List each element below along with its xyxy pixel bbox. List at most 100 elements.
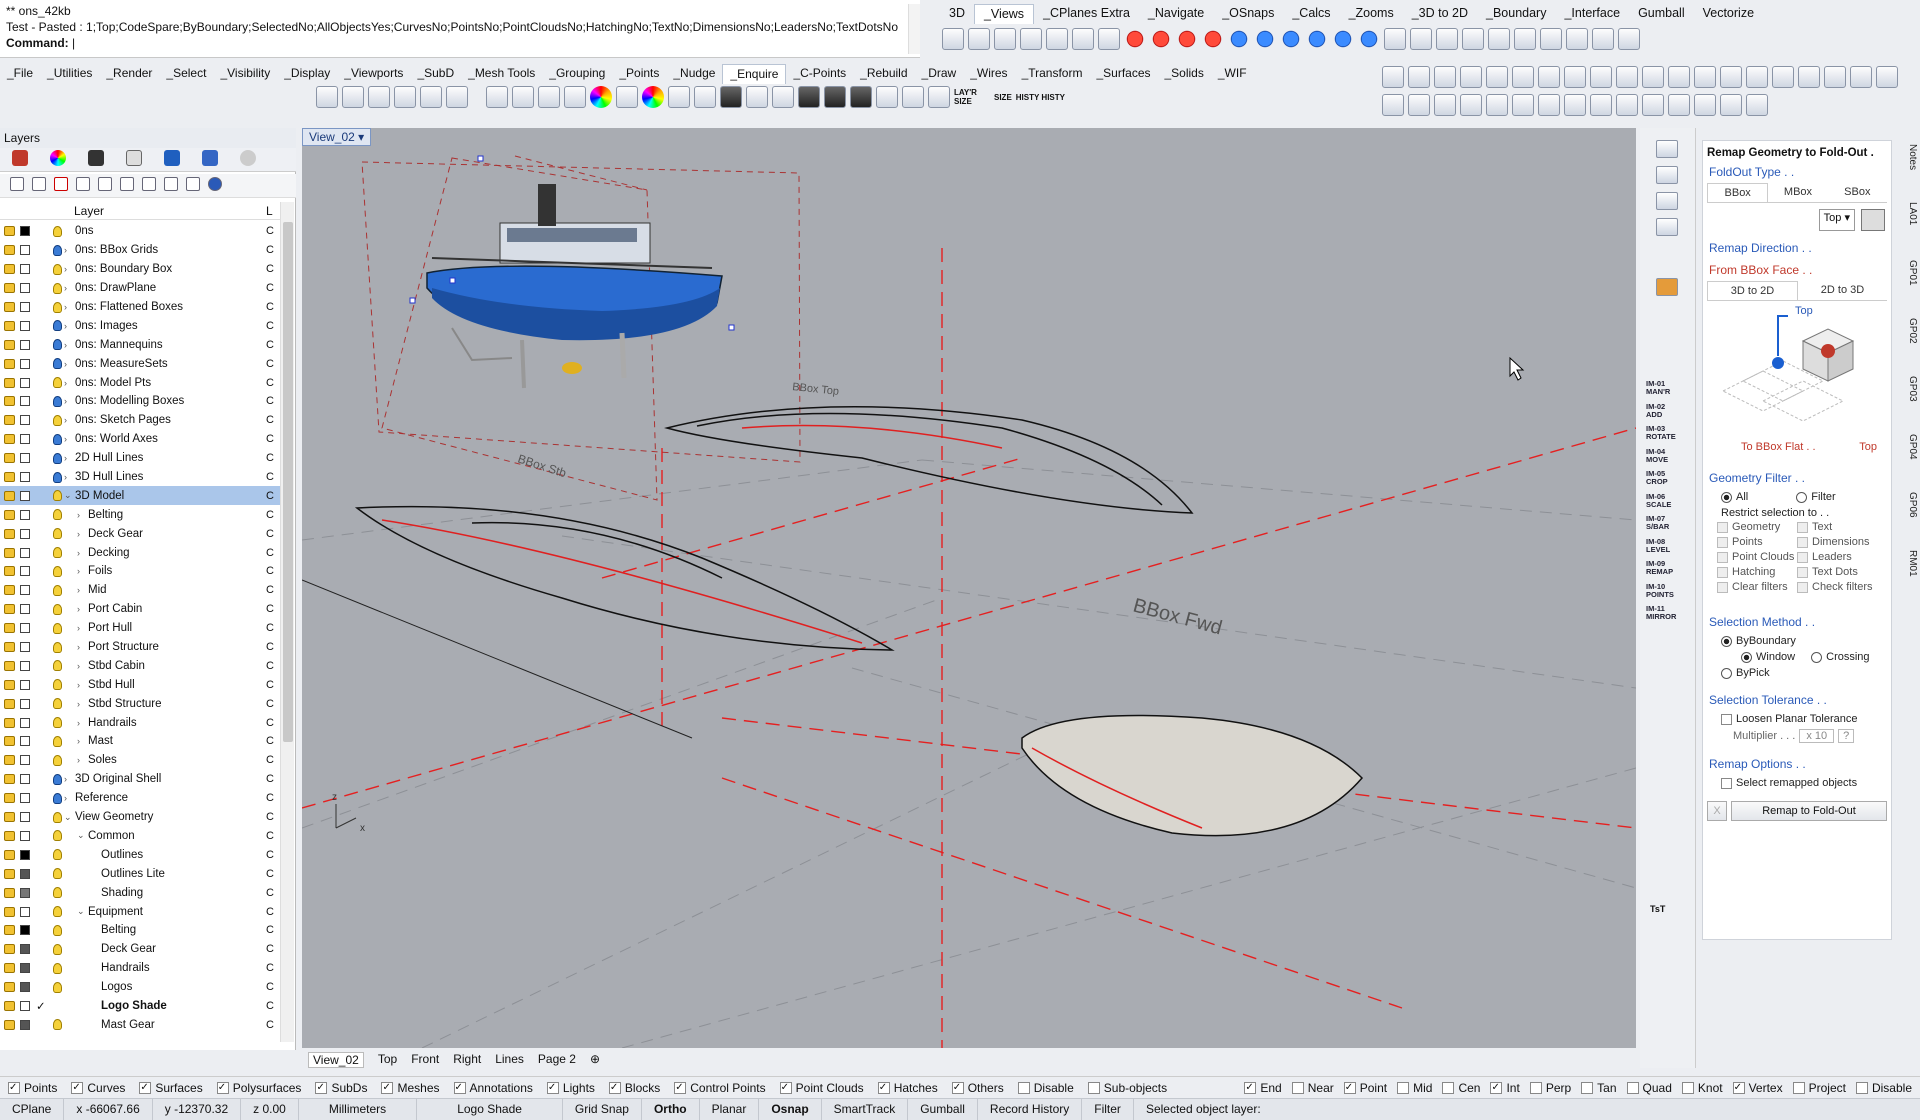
layer-row[interactable]: › Reference C <box>0 789 280 808</box>
filter-checkbox[interactable] <box>1797 566 1808 578</box>
filter-option[interactable]: Dimensions <box>1797 536 1877 548</box>
lock-icon[interactable] <box>4 736 15 747</box>
swatch-icon[interactable] <box>616 86 638 108</box>
layer-row[interactable]: › 0ns: DrawPlane C <box>0 279 280 298</box>
layers-tab-icon[interactable] <box>12 150 28 166</box>
layer-material-cell[interactable]: C <box>266 414 274 426</box>
object-filter[interactable]: ✓ Meshes <box>381 1080 440 1095</box>
lightbulb-icon[interactable] <box>53 358 62 370</box>
lock-icon[interactable] <box>4 566 15 577</box>
lock-icon[interactable] <box>4 925 15 936</box>
image-tool-label[interactable]: IM-05 CROP <box>1646 470 1680 486</box>
image-tool-label[interactable]: IM-04 MOVE <box>1646 447 1680 464</box>
viewport[interactable]: BBox Stb BBox Top BBox Fwd z x <box>302 128 1636 1048</box>
def-icon[interactable] <box>1382 66 1404 88</box>
layer-material-cell[interactable]: C <box>266 358 274 370</box>
layer-material-cell[interactable]: C <box>266 622 274 634</box>
lock-icon[interactable] <box>4 868 15 879</box>
right-panel-tab[interactable]: GP03 <box>1896 376 1918 402</box>
lightbulb-icon[interactable] <box>53 452 62 464</box>
lightbulb-icon[interactable] <box>53 943 62 955</box>
top-tab[interactable]: Vectorize <box>1694 4 1763 24</box>
blue-two-icon[interactable] <box>1254 28 1276 50</box>
layer-row[interactable]: Outlines C <box>0 845 280 864</box>
filter-option[interactable]: Check filters <box>1797 581 1877 593</box>
lightbulb-icon[interactable] <box>53 565 62 577</box>
side-camera-icon[interactable] <box>1656 192 1678 210</box>
layers-icon[interactable] <box>1850 66 1872 88</box>
filter-checkbox[interactable]: ✓ <box>71 1081 84 1094</box>
cursor-icon[interactable] <box>1538 94 1560 116</box>
main-tab[interactable]: _Render <box>99 64 159 84</box>
new-sublayer-icon[interactable] <box>32 177 46 191</box>
layer-color-swatch[interactable] <box>20 604 30 615</box>
layer-row[interactable]: › 0ns: Boundary Box C <box>0 260 280 279</box>
object-filter[interactable]: Disable <box>1017 1080 1074 1095</box>
filter-checkbox[interactable] <box>1797 521 1808 533</box>
layer-row[interactable]: Shading C <box>0 883 280 902</box>
chevron-right-icon[interactable]: › <box>77 548 80 558</box>
copy-icon[interactable] <box>876 86 898 108</box>
layer-color-swatch[interactable] <box>20 358 30 369</box>
layer-row[interactable]: › 0ns: Model Pts C <box>0 373 280 392</box>
add-tab-icon[interactable]: ⊕ <box>590 1052 600 1068</box>
layer-row[interactable]: Handrails C <box>0 959 280 978</box>
check-icon[interactable] <box>746 86 768 108</box>
object-filter[interactable]: ✓ Point Clouds <box>779 1080 864 1095</box>
layer-material-cell[interactable]: C <box>266 528 274 540</box>
layer-material-cell[interactable]: C <box>266 584 274 596</box>
object-filter[interactable]: ✓ Hatches <box>877 1080 938 1095</box>
red-three-icon[interactable] <box>1176 28 1198 50</box>
layer-material-cell[interactable]: C <box>266 547 274 559</box>
image-tool-label[interactable]: IM-06 SCALE <box>1646 492 1680 509</box>
osnap-checkbox[interactable]: ✓ <box>1343 1081 1356 1094</box>
record-history-toggle[interactable]: Record History <box>978 1099 1083 1120</box>
osnap-option[interactable]: ✓ Int <box>1490 1080 1520 1095</box>
vectorize-icon[interactable] <box>1618 28 1640 50</box>
display-tab-icon[interactable] <box>88 150 104 166</box>
lightbulb-icon[interactable] <box>53 735 62 747</box>
lock-icon[interactable] <box>4 830 15 841</box>
right-panel-tab[interactable]: RM01 <box>1896 550 1918 577</box>
layer-material-cell[interactable]: C <box>266 924 274 936</box>
cut-two-icon[interactable] <box>1720 94 1742 116</box>
layer-color-swatch[interactable] <box>20 566 30 577</box>
top-tab[interactable]: Gumball <box>1629 4 1694 24</box>
lightbulb-icon[interactable] <box>53 225 62 237</box>
chevron-right-icon[interactable]: › <box>64 321 67 331</box>
layer-material-cell[interactable]: C <box>266 981 274 993</box>
star-icon[interactable] <box>1590 66 1612 88</box>
lock-icon[interactable] <box>4 302 15 312</box>
lock-icon[interactable] <box>4 698 15 709</box>
lightbulb-icon[interactable] <box>53 528 62 540</box>
osnap-checkbox[interactable] <box>1529 1081 1542 1094</box>
main-tab[interactable]: _Select <box>159 64 213 84</box>
target-icon[interactable] <box>798 86 820 108</box>
layer-color-swatch[interactable] <box>20 339 30 350</box>
chevron-right-icon[interactable]: › <box>64 264 67 274</box>
chevron-right-icon[interactable]: › <box>64 396 67 406</box>
filter-checkbox[interactable]: ✓ <box>951 1081 964 1094</box>
lightbulb-icon[interactable] <box>53 471 62 483</box>
multiplier-input[interactable]: x 10 <box>1799 729 1835 743</box>
view-top-icon[interactable] <box>968 28 990 50</box>
right-panel-tab[interactable]: GP04 <box>1896 434 1918 460</box>
right-panel-tab[interactable]: GP01 <box>1896 260 1918 286</box>
view-bottom-icon[interactable] <box>1098 28 1120 50</box>
top-tab[interactable]: _Views <box>973 4 1035 24</box>
layer-row[interactable]: 0ns C <box>0 222 280 241</box>
layer-color-swatch[interactable] <box>20 302 30 312</box>
lock-icon[interactable] <box>4 717 15 728</box>
chevron-right-icon[interactable]: › <box>64 340 67 350</box>
box-icon[interactable] <box>1668 66 1690 88</box>
layer-state-icon[interactable] <box>164 177 178 191</box>
gumball-move-icon[interactable] <box>1488 28 1510 50</box>
lightbulb-icon[interactable] <box>53 981 62 993</box>
filter-option[interactable]: Hatching <box>1717 566 1797 578</box>
lightbulb-icon[interactable] <box>53 377 62 389</box>
lock-icon[interactable] <box>4 472 15 483</box>
layer-row[interactable]: Outlines Lite C <box>0 864 280 883</box>
osnap-option[interactable]: Tan <box>1581 1080 1617 1095</box>
object-filter[interactable]: Sub-objects <box>1087 1080 1167 1095</box>
layer-row[interactable]: › Deck Gear C <box>0 524 280 543</box>
